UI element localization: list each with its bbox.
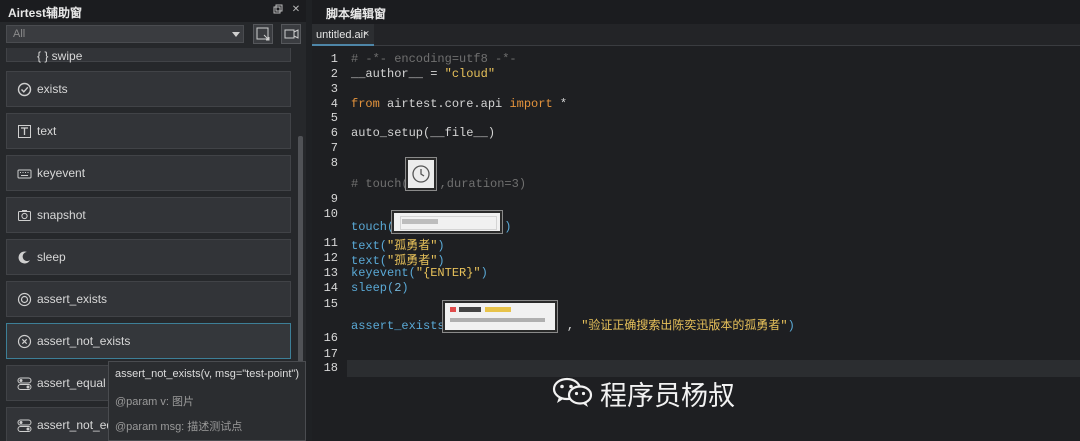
editor-title-bar: 脚本编辑窗 <box>312 0 1080 24</box>
line-number: 13 <box>323 266 338 280</box>
float-window-icon[interactable] <box>272 4 284 16</box>
target-icon <box>17 292 32 307</box>
line-number: 9 <box>330 192 338 206</box>
api-item-assert-exists[interactable]: assert_exists <box>6 281 291 317</box>
toggle-icon <box>17 377 32 390</box>
line-number: 15 <box>323 297 338 311</box>
chevron-down-icon <box>232 32 240 37</box>
filter-row: All <box>0 22 306 48</box>
api-item-keyevent[interactable]: keyevent <box>6 155 291 191</box>
crop-cursor-icon <box>256 27 270 41</box>
line-number: 5 <box>330 111 338 125</box>
api-item-label: assert_not_exists <box>37 334 131 348</box>
panel-title: Airtest辅助窗 <box>8 6 83 20</box>
code-line-6: auto_setup(__file__) <box>351 126 496 140</box>
line-number: 12 <box>323 251 338 265</box>
api-item-label: exists <box>37 82 68 96</box>
api-item-exists[interactable]: exists <box>6 71 291 107</box>
code-line-8: # touch(,duration=3) <box>351 177 527 191</box>
clock-icon <box>412 165 430 183</box>
tooltip-param-msg: @param msg: 描述测试点 <box>115 421 243 433</box>
line-number: 8 <box>330 156 338 170</box>
camera-icon <box>18 210 31 221</box>
api-item-label: snapshot <box>37 208 86 222</box>
screenshot-thumbnail-search-result[interactable] <box>442 300 558 333</box>
tab-label: untitled.air <box>316 29 367 41</box>
api-item-sleep[interactable]: sleep <box>6 239 291 275</box>
api-item-assert-not-exists[interactable]: assert_not_exists <box>6 323 291 359</box>
api-item-label: keyevent <box>37 166 86 180</box>
editor-tabbar: untitled.air × <box>312 24 1080 46</box>
line-number: 4 <box>330 97 338 111</box>
keyboard-icon <box>17 169 32 179</box>
api-item-snapshot[interactable]: snapshot <box>6 197 291 233</box>
line-number: 14 <box>323 281 338 295</box>
line-number: 2 <box>330 67 338 81</box>
api-item-label: { } swipe <box>37 49 83 63</box>
wechat-icon <box>552 377 593 407</box>
screenshot-thumbnail-touch-commented[interactable] <box>405 157 437 191</box>
code-line-4: from airtest.core.api import * <box>351 97 568 111</box>
api-item-label: text <box>37 124 57 138</box>
panel-title-bar: Airtest辅助窗 ✕ <box>0 0 306 22</box>
select-image-button[interactable] <box>253 24 273 44</box>
close-tab-icon[interactable]: × <box>363 28 369 40</box>
close-panel-icon[interactable]: ✕ <box>290 4 302 16</box>
code-line-13: keyevent("{ENTER}") <box>351 266 488 280</box>
line-number: 1 <box>330 52 338 66</box>
editor-title: 脚本编辑窗 <box>326 7 387 21</box>
tooltip-param-v: @param v: 图片 <box>115 396 195 408</box>
text-box-icon <box>18 125 31 138</box>
record-button[interactable] <box>281 24 301 44</box>
api-item-swipe[interactable]: { } swipe <box>6 48 291 63</box>
api-item-text[interactable]: text <box>6 113 291 149</box>
code-line-15: assert_exists(, "验证正确搜索出陈奕迅版本的孤勇者") <box>351 319 795 333</box>
line-number: 6 <box>330 126 338 140</box>
watermark-text: 程序员杨叔 <box>600 381 735 412</box>
api-filter-select[interactable]: All <box>6 25 244 43</box>
toggle-icon <box>17 419 32 432</box>
moon-icon <box>18 251 30 264</box>
line-number: 3 <box>330 82 338 96</box>
check-circle-icon <box>17 82 32 97</box>
code-line-14: sleep(2) <box>351 281 409 295</box>
line-number: 16 <box>323 331 338 345</box>
line-number: 18 <box>323 361 338 375</box>
api-item-label: assert_exists <box>37 292 108 306</box>
line-number: 10 <box>323 207 338 221</box>
line-number: 17 <box>323 347 338 361</box>
target-x-icon <box>17 334 32 349</box>
code-line-1: # -*- encoding=utf8 -*- <box>351 52 517 66</box>
code-line-2: __author__ = "cloud" <box>351 67 496 81</box>
line-number: 7 <box>330 141 338 155</box>
airtest-helper-panel: Airtest辅助窗 ✕ All { } swipe exists text k… <box>0 0 306 441</box>
tooltip-signature: assert_not_exists(v, msg="test-point") <box>115 368 299 380</box>
api-item-label: sleep <box>37 250 66 264</box>
api-tooltip: assert_not_exists(v, msg="test-point") @… <box>108 361 306 441</box>
api-item-label: assert_equal <box>37 376 106 390</box>
video-record-icon <box>284 29 299 39</box>
line-number: 11 <box>323 236 338 250</box>
tab-untitled-air[interactable]: untitled.air × <box>312 24 374 46</box>
filter-value: All <box>13 28 26 40</box>
screenshot-thumbnail-search-box[interactable] <box>391 210 503 234</box>
